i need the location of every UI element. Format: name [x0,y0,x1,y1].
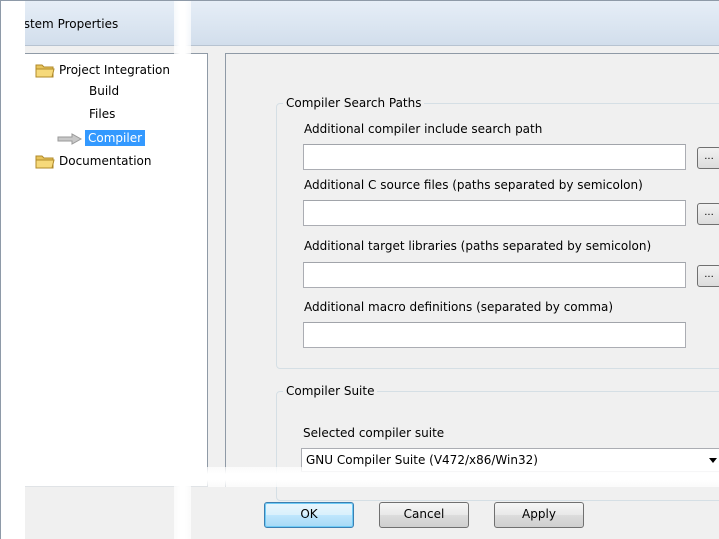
group-label-compiler-suite: Compiler Suite [283,384,378,398]
tree-item-build[interactable]: Build [89,84,119,98]
macro-definitions-input[interactable] [303,322,686,348]
compiler-suite-value: GNU Compiler Suite (V472/x86/Win32) [306,453,538,467]
selected-compiler-suite-label: Selected compiler suite [303,426,445,440]
ok-button[interactable]: OK [264,502,354,528]
include-path-browse-button[interactable]: ... [697,147,719,169]
cancel-button[interactable]: Cancel [379,502,469,528]
folder-icon [35,155,55,169]
target-libraries-input[interactable] [303,262,686,288]
tree-item-files[interactable]: Files [89,107,115,121]
folder-icon [35,64,55,78]
tree-item-label: Compiler [85,130,146,146]
white-band-horizontal [1,467,719,487]
apply-button[interactable]: Apply [494,502,584,528]
arrow-right-icon [57,133,83,145]
c-source-files-label: Additional C source files (paths separat… [304,178,643,192]
white-band-middle [174,1,191,539]
macro-definitions-label: Additional macro definitions (separated … [304,300,614,314]
title-bar: System Properties [1,1,719,46]
chevron-down-icon [709,458,717,463]
tree-item-label: Documentation [59,154,152,168]
white-band-left [1,1,25,539]
window-title: System Properties [9,17,119,31]
c-source-files-browse-button[interactable]: ... [697,203,719,225]
system-properties-window: System Properties Project Integration Bu… [0,0,719,539]
tree-item-label: Project Integration [59,63,170,77]
target-libraries-browse-button[interactable]: ... [697,265,719,287]
tree-item-label: Build [89,84,120,98]
include-path-input[interactable] [303,144,686,170]
tree-item-label: Files [89,107,116,121]
c-source-files-input[interactable] [303,200,686,226]
include-path-label: Additional compiler include search path [304,122,543,136]
group-label-search-paths: Compiler Search Paths [283,96,425,110]
target-libraries-label: Additional target libraries (paths separ… [304,239,652,253]
